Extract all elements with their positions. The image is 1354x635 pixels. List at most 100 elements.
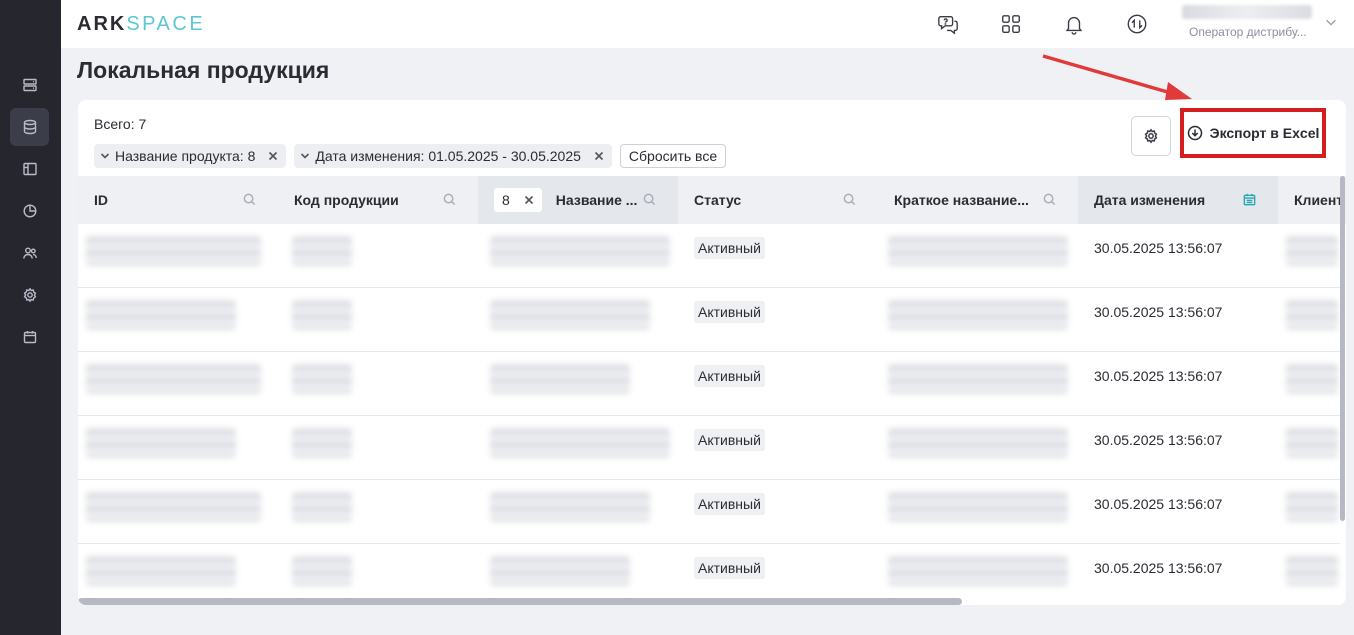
column-label: Код продукции xyxy=(294,192,399,208)
apps-grid-button[interactable] xyxy=(999,12,1023,36)
cell-product-code-redacted xyxy=(292,492,352,522)
column-header-product-code[interactable]: Код продукции xyxy=(278,176,478,224)
cell-product-code-redacted xyxy=(292,236,352,266)
sidebar-item-layout[interactable] xyxy=(10,150,49,188)
users-icon xyxy=(22,247,37,259)
cell-product-code-redacted xyxy=(292,300,352,330)
sync-button[interactable] xyxy=(1125,12,1149,36)
cell-id-redacted xyxy=(86,556,236,586)
search-icon[interactable] xyxy=(642,192,658,208)
servers-icon xyxy=(22,78,37,92)
sidebar-item-users[interactable] xyxy=(10,234,49,272)
cell-id-redacted xyxy=(86,492,261,522)
cell-product-code-redacted xyxy=(292,364,352,394)
horizontal-scrollbar[interactable] xyxy=(78,598,962,605)
table-settings-button[interactable] xyxy=(1131,116,1171,156)
cell-status: Активный xyxy=(678,480,878,544)
table-header: ID Код продукции 8 Название ... Статус К… xyxy=(78,176,1346,224)
sidebar-item-reports[interactable] xyxy=(10,192,49,230)
chevron-down-icon xyxy=(300,148,310,164)
cell-client-redacted xyxy=(1286,364,1338,394)
user-menu-toggle[interactable] xyxy=(1324,15,1340,31)
cell-client-redacted xyxy=(1286,428,1338,458)
user-role[interactable]: Оператор дистрибу... xyxy=(1189,25,1307,39)
table-row[interactable]: Активный 30.05.2025 13:56:07 xyxy=(78,224,1340,288)
cell-status: Активный xyxy=(678,544,878,605)
active-filters: Название продукта: 8 Дата изменения: 01.… xyxy=(94,144,727,168)
close-icon[interactable] xyxy=(268,151,278,161)
sidebar-item-database[interactable] xyxy=(10,108,49,146)
column-header-date-changed[interactable]: Дата изменения xyxy=(1078,176,1278,224)
status-badge: Активный xyxy=(694,429,765,451)
table-row[interactable]: Активный 30.05.2025 13:56:07 xyxy=(78,544,1340,605)
cell-short-name-redacted xyxy=(888,556,1068,586)
column-header-status[interactable]: Статус xyxy=(678,176,878,224)
cell-date-changed: 30.05.2025 13:56:07 xyxy=(1094,496,1223,512)
filter-chip-product-name[interactable]: Название продукта: 8 xyxy=(94,144,287,168)
status-badge: Активный xyxy=(694,557,765,579)
logo-part-1: ARK xyxy=(77,13,127,35)
status-badge: Активный xyxy=(694,301,765,323)
column-filter-value: 8 xyxy=(502,192,510,208)
top-header: ARKSPACE Оператор дистрибу... xyxy=(61,0,1354,48)
cell-product-name-redacted xyxy=(490,428,670,458)
support-chat-button[interactable] xyxy=(936,12,960,36)
table-row[interactable]: Активный 30.05.2025 13:56:07 xyxy=(78,352,1340,416)
column-label: Название ... xyxy=(555,192,638,208)
notifications-button[interactable] xyxy=(1062,12,1086,36)
table-row[interactable]: Активный 30.05.2025 13:56:07 xyxy=(78,416,1340,480)
table-row[interactable]: Активный 30.05.2025 13:56:07 xyxy=(78,288,1340,352)
sidebar-item-servers[interactable] xyxy=(10,66,49,104)
bell-icon xyxy=(1065,16,1083,35)
cell-date-changed: 30.05.2025 13:56:07 xyxy=(1094,560,1223,576)
export-excel-button[interactable]: Экспорт в Excel xyxy=(1180,108,1326,158)
column-filter-badge[interactable]: 8 xyxy=(494,188,542,212)
column-header-short-name[interactable]: Краткое название... xyxy=(878,176,1078,224)
column-header-product-name[interactable]: 8 Название ... xyxy=(478,176,678,224)
cell-short-name-redacted xyxy=(888,236,1068,266)
sidebar xyxy=(0,0,61,635)
filter-chip-date-changed[interactable]: Дата изменения: 01.05.2025 - 30.05.2025 xyxy=(294,144,612,168)
cell-id-redacted xyxy=(86,364,261,394)
search-icon[interactable] xyxy=(1042,192,1058,208)
close-icon[interactable] xyxy=(524,195,534,205)
search-icon[interactable] xyxy=(842,192,858,208)
calendar-icon[interactable] xyxy=(1242,192,1258,208)
database-icon xyxy=(23,119,36,135)
sidebar-item-settings[interactable] xyxy=(10,276,49,314)
status-badge: Активный xyxy=(694,365,765,387)
apps-grid-icon xyxy=(1002,15,1020,33)
filter-chip-label: Дата изменения: 01.05.2025 - 30.05.2025 xyxy=(315,148,581,164)
cell-short-name-redacted xyxy=(888,428,1068,458)
column-label: Краткое название... xyxy=(894,192,1029,208)
sidebar-item-calendar[interactable] xyxy=(10,318,49,356)
cell-status: Активный xyxy=(678,416,878,480)
status-badge: Активный xyxy=(694,237,765,259)
column-header-client[interactable]: Клиент xyxy=(1278,176,1346,224)
cell-client-redacted xyxy=(1286,492,1338,522)
sync-icon xyxy=(1127,14,1147,34)
search-icon[interactable] xyxy=(242,192,258,208)
column-label: Статус xyxy=(694,192,742,208)
gear-icon xyxy=(1144,128,1158,144)
cell-status: Активный xyxy=(678,352,878,416)
cell-product-name-redacted xyxy=(490,300,650,330)
export-excel-label: Экспорт в Excel xyxy=(1209,125,1320,141)
reset-filters-button[interactable]: Сбросить все xyxy=(619,144,727,168)
cell-short-name-redacted xyxy=(888,492,1068,522)
chevron-down-icon xyxy=(100,148,110,164)
search-icon[interactable] xyxy=(442,192,458,208)
logo[interactable]: ARKSPACE xyxy=(77,13,205,36)
column-header-id[interactable]: ID xyxy=(78,176,278,224)
user-name[interactable] xyxy=(1182,5,1312,19)
close-icon[interactable] xyxy=(594,151,604,161)
cell-short-name-redacted xyxy=(888,364,1068,394)
cell-client-redacted xyxy=(1286,300,1338,330)
table-row[interactable]: Активный 30.05.2025 13:56:07 xyxy=(78,480,1340,544)
vertical-scrollbar[interactable] xyxy=(1340,176,1345,521)
download-icon xyxy=(1187,125,1202,141)
logo-part-2: SPACE xyxy=(126,13,206,35)
column-label: Дата изменения xyxy=(1094,192,1206,208)
filter-chip-label: Название продукта: 8 xyxy=(115,148,256,164)
cell-status: Активный xyxy=(678,288,878,352)
